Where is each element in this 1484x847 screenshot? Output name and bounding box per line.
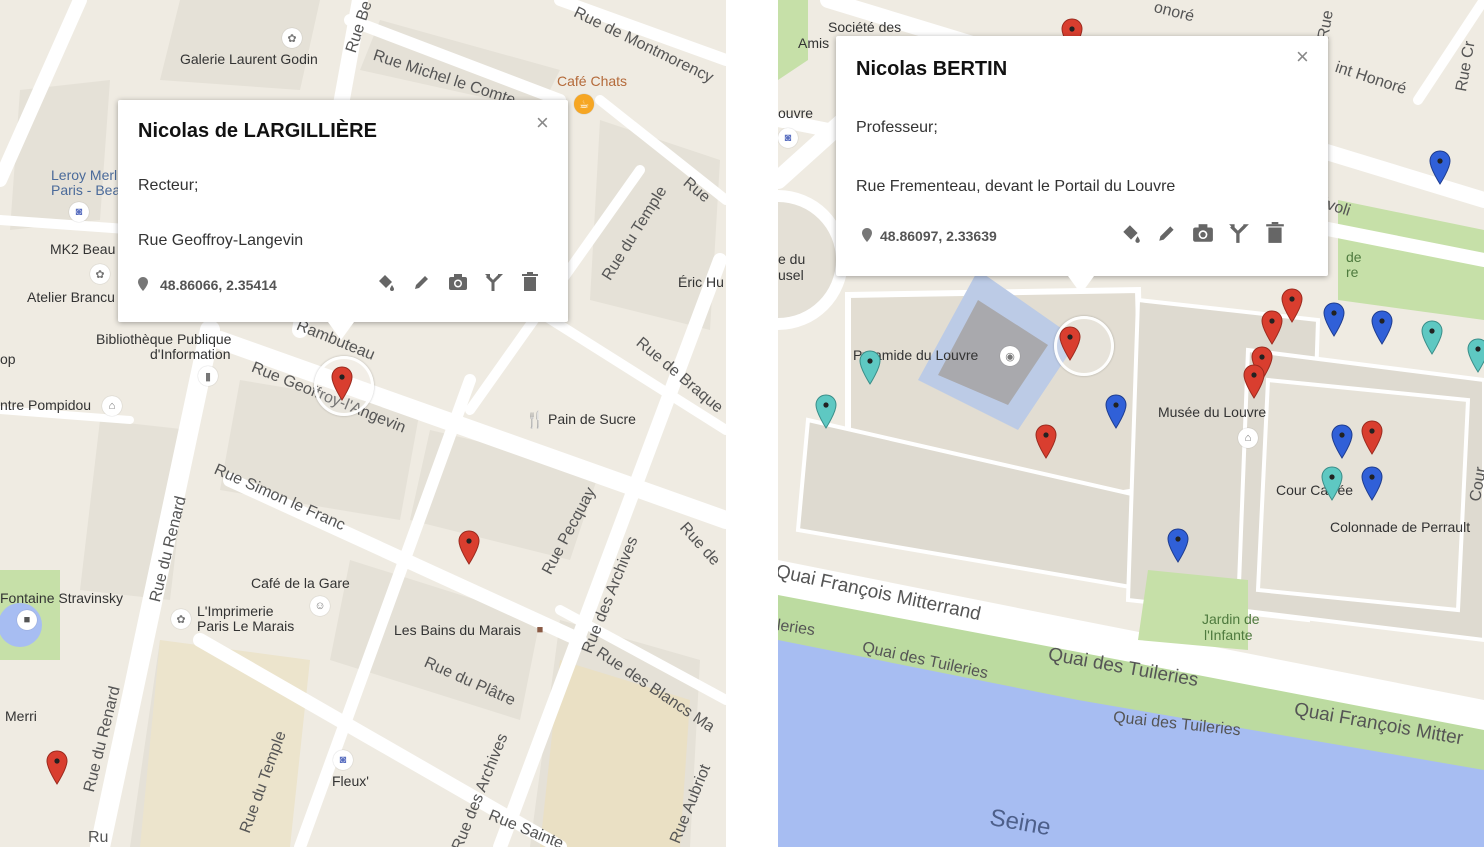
poi-label: Bibliothèque Publique	[96, 331, 232, 347]
map-pin-icon[interactable]	[1104, 394, 1128, 430]
popup-role: Recteur;	[138, 177, 199, 194]
popup-role: Professeur;	[856, 119, 938, 136]
popup-tail	[1068, 276, 1094, 294]
park-label: l'Infante	[1204, 627, 1253, 643]
map-pin-icon[interactable]	[1420, 320, 1444, 356]
popup-coordinates: 48.86097, 2.33639	[880, 228, 997, 244]
poi-label: Musée du Louvre	[1158, 404, 1267, 420]
map-pin-icon[interactable]	[858, 350, 882, 386]
shopping-icon: ◙	[333, 750, 353, 770]
map-pin-icon[interactable]	[1466, 338, 1484, 374]
cafe-icon: ☕	[574, 94, 594, 114]
map-pin-icon[interactable]	[1166, 528, 1190, 564]
map-pin-icon[interactable]	[1242, 364, 1266, 400]
poi-label: Galerie Laurent Godin	[180, 51, 318, 67]
map-pin-icon[interactable]	[1034, 424, 1058, 460]
map-pin-icon[interactable]	[1428, 150, 1452, 186]
close-icon[interactable]: ×	[536, 112, 549, 134]
poi-label: Colonnade de Perrault	[1330, 519, 1471, 535]
poi-label: e du	[778, 251, 806, 267]
info-popup[interactable]: Nicolas BERTIN × Professeur; Rue Frement…	[836, 36, 1328, 294]
poi-label: Fontaine Stravinsky	[0, 590, 123, 606]
map-pin-icon	[138, 277, 148, 291]
museum-icon: ⌂	[102, 396, 122, 416]
map-pin-icon[interactable]	[1330, 424, 1354, 460]
poi-label: Paris Le Marais	[197, 618, 295, 634]
poi-label: Merri	[5, 708, 37, 724]
fountain-icon: ■	[17, 610, 37, 630]
poi-label: Pain de Sucre	[548, 411, 636, 427]
paint-bucket-icon[interactable]	[1120, 222, 1140, 243]
close-icon[interactable]: ×	[1296, 46, 1309, 68]
paint-bucket-icon[interactable]	[376, 272, 396, 292]
poi-label: MK2 Beau	[50, 241, 116, 257]
map-pin-icon[interactable]	[1320, 466, 1344, 502]
poi-label: Café Chats	[557, 73, 628, 89]
map-pin-icon[interactable]	[1058, 326, 1082, 362]
info-popup[interactable]: Nicolas de LARGILLIÈRE × Recteur; Rue Ge…	[118, 100, 568, 340]
poi-label: d'Information	[150, 346, 231, 362]
art-icon: ✿	[171, 609, 191, 629]
directions-icon[interactable]	[484, 272, 504, 292]
restaurant-icon: 🍴	[525, 412, 545, 429]
map-pin-icon[interactable]	[45, 750, 69, 786]
popup-toolbar	[1120, 222, 1284, 243]
map-pin-icon[interactable]	[330, 366, 354, 402]
poi-label: ouvre	[778, 105, 814, 121]
poi-label: Société des	[828, 19, 902, 35]
camera-icon[interactable]	[448, 272, 468, 292]
trash-icon[interactable]	[520, 272, 540, 292]
cinema-icon: ✿	[90, 264, 110, 284]
park-label: Jardin de	[1202, 611, 1260, 627]
popup-toolbar	[376, 272, 540, 292]
park-label: de	[1346, 249, 1362, 265]
pencil-icon[interactable]	[412, 272, 432, 292]
museum-icon: ⌂	[1238, 428, 1258, 448]
poi-label: Amis	[798, 35, 830, 51]
map-pin-icon[interactable]	[1360, 420, 1384, 456]
poi-label: L'Imprimerie	[197, 603, 274, 619]
popup-address: Rue Geoffroy-Langevin	[138, 232, 304, 249]
library-icon: ▮	[198, 366, 218, 386]
park-label: re	[1346, 264, 1359, 280]
poi-label: Les Bains du Marais	[394, 622, 521, 638]
popup-address: Rue Frementeau, devant le Portail du Lou…	[856, 178, 1176, 195]
pencil-icon[interactable]	[1156, 222, 1176, 242]
poi-label: Fleux'	[332, 773, 369, 789]
poi-label: ntre Pompidou	[0, 397, 92, 413]
camera-icon[interactable]	[1192, 222, 1213, 242]
theater-icon: ☺	[310, 596, 330, 616]
popup-tail	[328, 322, 354, 340]
poi-label: Éric Hu	[678, 274, 724, 290]
map-pin-icon[interactable]	[1360, 466, 1384, 502]
map-panel-right[interactable]: Société des Amis ouvre ◙ e du usel int H…	[778, 0, 1484, 847]
popup-title: Nicolas BERTIN	[856, 58, 1008, 80]
poi-label: op	[0, 351, 16, 367]
street-label: Ru	[88, 829, 109, 846]
trash-icon[interactable]	[1264, 222, 1284, 243]
poi-label: Café de la Gare	[251, 575, 350, 591]
gallery-icon: ✿	[282, 28, 302, 48]
shopping-icon: ◙	[778, 128, 798, 148]
shopping-icon: ◙	[69, 202, 89, 222]
popup-coordinates: 48.86066, 2.35414	[160, 277, 277, 293]
poi-label: usel	[778, 267, 804, 283]
popup-title: Nicolas de LARGILLIÈRE	[138, 120, 377, 142]
map-pin-icon[interactable]	[1370, 310, 1394, 346]
poi-label: Leroy Merl	[51, 167, 118, 183]
poi-label: Paris - Bea	[51, 182, 121, 198]
directions-icon[interactable]	[1228, 222, 1249, 243]
map-pin-icon[interactable]	[1260, 310, 1284, 346]
map-pin-icon[interactable]	[814, 394, 838, 430]
camera-icon: ◉	[1000, 346, 1020, 366]
map-panel-left[interactable]: Galerie Laurent Godin Rue Michel le Comt…	[0, 0, 726, 847]
map-pin-icon	[862, 228, 872, 242]
map-pin-icon[interactable]	[1322, 302, 1346, 338]
poi-label: Atelier Brancu	[27, 289, 115, 305]
spa-icon: ■	[536, 624, 544, 636]
map-pin-icon[interactable]	[457, 530, 481, 566]
